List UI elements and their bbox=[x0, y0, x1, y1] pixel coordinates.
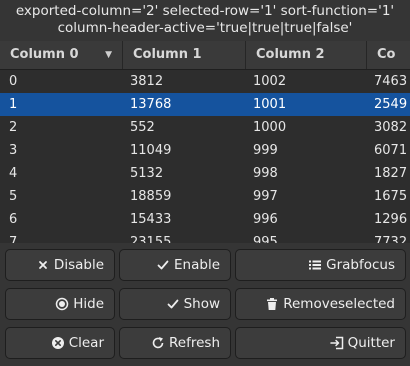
table-cell: 1002 bbox=[253, 74, 287, 89]
table-cell: 15433 bbox=[130, 212, 172, 227]
table-cell: 6 bbox=[9, 212, 18, 227]
table-cell: 13768 bbox=[130, 97, 172, 112]
clear-button[interactable]: Clear bbox=[5, 327, 115, 359]
removeselected-label: Removeselected bbox=[283, 296, 395, 312]
status-line-2: column-header-active='true|true|true|fal… bbox=[57, 20, 353, 36]
radio-circle-icon bbox=[55, 297, 69, 311]
data-table[interactable]: Column 0 ▼ Column 1 Column 2 Co 0 3812 1… bbox=[0, 41, 410, 243]
table-cell: 11049 bbox=[130, 143, 172, 158]
exit-icon bbox=[329, 336, 344, 350]
table-cell: 999 bbox=[253, 143, 278, 158]
table-row[interactable]: 3 11049 999 6071 bbox=[0, 139, 410, 162]
table-cell: 1001 bbox=[253, 97, 287, 112]
quitter-label: Quitter bbox=[347, 335, 395, 351]
table-cell: 3 bbox=[9, 143, 18, 158]
table-cell: 7 bbox=[9, 235, 18, 243]
table-row[interactable]: 5 18859 997 1675 bbox=[0, 185, 410, 208]
checkmark-icon bbox=[166, 297, 180, 311]
show-button[interactable]: Show bbox=[119, 288, 231, 320]
table-cell: 1 bbox=[9, 97, 18, 112]
table-cell: 997 bbox=[253, 189, 278, 204]
sort-descending-icon: ▼ bbox=[105, 50, 112, 60]
table-cell: 4 bbox=[9, 166, 18, 181]
table-cell: 7732 bbox=[374, 235, 408, 243]
hide-button[interactable]: Hide bbox=[5, 288, 115, 320]
table-cell: 23155 bbox=[130, 235, 172, 243]
table-cell: 5 bbox=[9, 189, 18, 204]
disable-button[interactable]: Disable bbox=[5, 249, 115, 281]
grabfocus-label: Grabfocus bbox=[326, 257, 395, 273]
table-row[interactable]: 2 552 1000 3082 bbox=[0, 116, 410, 139]
table-cell: 2549 bbox=[374, 97, 408, 112]
clear-label: Clear bbox=[68, 335, 104, 351]
checkmark-icon bbox=[156, 258, 170, 272]
table-row[interactable]: 0 3812 1002 7463 bbox=[0, 70, 410, 93]
removeselected-button[interactable]: Removeselected bbox=[235, 288, 406, 320]
table-cell: 18859 bbox=[130, 189, 172, 204]
refresh-label: Refresh bbox=[169, 335, 220, 351]
quitter-button[interactable]: Quitter bbox=[235, 327, 406, 359]
table-cell: 7463 bbox=[374, 74, 408, 89]
column-header-label: Column 1 bbox=[133, 47, 202, 62]
table-row[interactable]: 7 23155 995 7732 bbox=[0, 231, 410, 243]
table-cell: 1827 bbox=[374, 166, 408, 181]
show-label: Show bbox=[183, 296, 220, 312]
table-cell: 996 bbox=[253, 212, 278, 227]
close-icon bbox=[36, 258, 50, 272]
table-cell: 3812 bbox=[130, 74, 164, 89]
table-cell: 1296 bbox=[374, 212, 408, 227]
disable-label: Disable bbox=[53, 257, 104, 273]
table-cell: 0 bbox=[9, 74, 18, 89]
enable-button[interactable]: Enable bbox=[119, 249, 231, 281]
trash-icon bbox=[265, 297, 279, 311]
column-header-0[interactable]: Column 0 ▼ bbox=[0, 41, 123, 69]
hide-label: Hide bbox=[73, 296, 104, 312]
column-header-label: Column 0 bbox=[10, 47, 79, 62]
table-header: Column 0 ▼ Column 1 Column 2 Co bbox=[0, 41, 410, 70]
table-cell: 5132 bbox=[130, 166, 164, 181]
table-cell: 3082 bbox=[374, 120, 408, 135]
table-cell: 995 bbox=[253, 235, 278, 243]
table-row[interactable]: 6 15433 996 1296 bbox=[0, 208, 410, 231]
table-cell: 6071 bbox=[374, 143, 408, 158]
table-row-selected[interactable]: 1 13768 1001 2549 bbox=[0, 93, 410, 116]
grabfocus-button[interactable]: Grabfocus bbox=[235, 249, 406, 281]
enable-label: Enable bbox=[174, 257, 220, 273]
refresh-icon bbox=[151, 336, 165, 350]
clear-circle-icon bbox=[51, 336, 65, 350]
column-header-label: Co bbox=[377, 47, 396, 62]
status-line-1: exported-column='2' selected-row='1' sor… bbox=[15, 3, 395, 19]
column-header-3: Co bbox=[367, 41, 410, 69]
list-icon bbox=[308, 258, 322, 272]
table-cell: 1675 bbox=[374, 189, 408, 204]
table-cell: 552 bbox=[130, 120, 155, 135]
table-cell: 998 bbox=[253, 166, 278, 181]
column-header-1[interactable]: Column 1 bbox=[123, 41, 246, 69]
table-cell: 1000 bbox=[253, 120, 287, 135]
refresh-button[interactable]: Refresh bbox=[119, 327, 231, 359]
column-header-label: Column 2 bbox=[256, 47, 325, 62]
status-text: exported-column='2' selected-row='1' sor… bbox=[0, 3, 410, 37]
table-cell: 2 bbox=[9, 120, 18, 135]
table-row[interactable]: 4 5132 998 1827 bbox=[0, 162, 410, 185]
column-header-2[interactable]: Column 2 bbox=[246, 41, 367, 69]
